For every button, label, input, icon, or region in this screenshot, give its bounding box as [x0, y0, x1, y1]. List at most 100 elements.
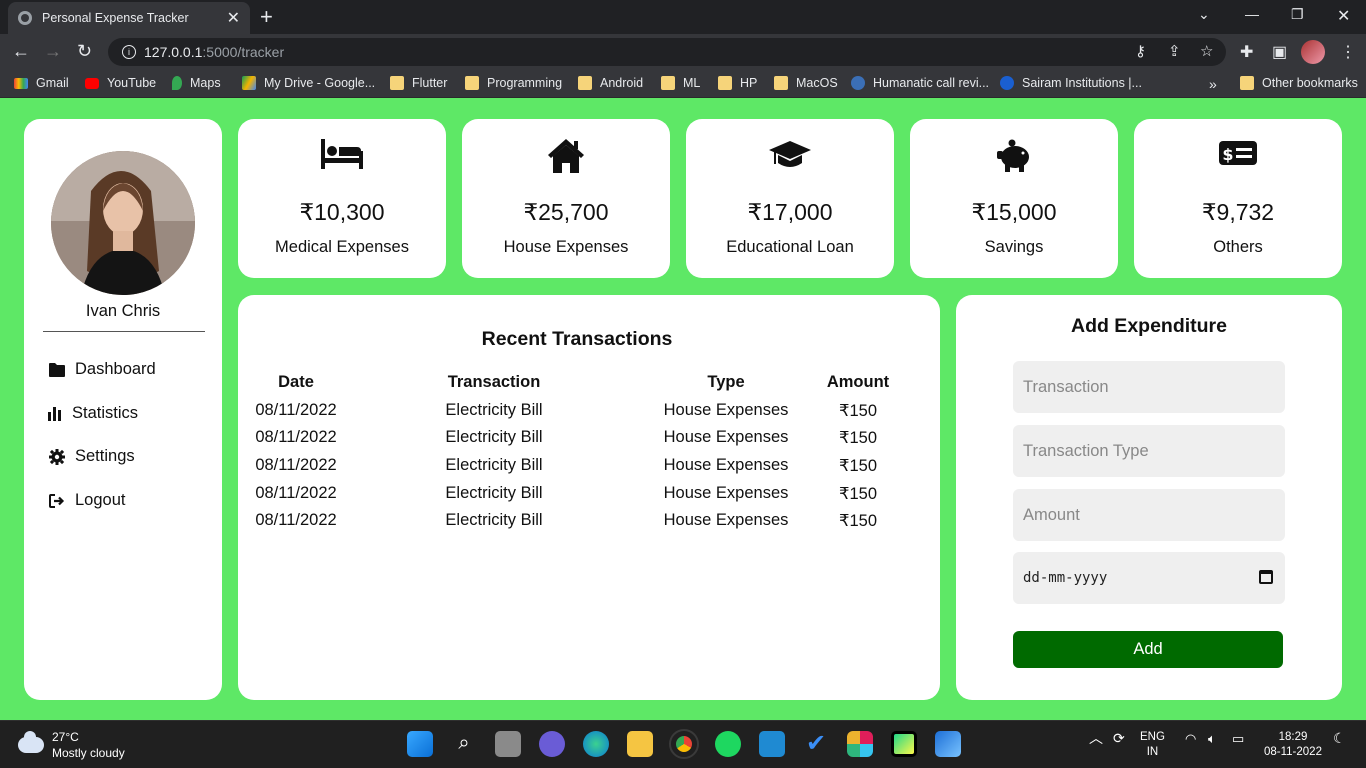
stat-amount: ₹25,700	[523, 199, 609, 225]
tab-title: Personal Expense Tracker	[42, 11, 189, 25]
stat-amount: ₹17,000	[747, 199, 833, 225]
house-icon	[462, 139, 670, 175]
chevron-up-icon[interactable]: ︿	[1089, 731, 1103, 746]
bookmark-label: Programming	[487, 76, 563, 90]
weather-widget[interactable]: 27°C Mostly cloudy	[18, 729, 125, 761]
bookmark-label: Sairam Institutions |...	[1022, 76, 1142, 90]
todo-icon[interactable]: ✔	[803, 731, 829, 757]
search-icon[interactable]: ⌕	[451, 731, 477, 757]
cell-amount: ₹150	[838, 485, 878, 503]
bookmark-humanatic[interactable]: Humanatic call revi...	[851, 76, 989, 90]
table-header-transaction: Transaction	[447, 373, 541, 391]
address-bar[interactable]: i 127.0.0.1:5000/tracker	[108, 38, 1226, 66]
bookmark-macos[interactable]: MacOS	[774, 76, 838, 90]
amount-input[interactable]	[1013, 489, 1285, 541]
bookmark-label: Flutter	[412, 76, 448, 90]
wifi-icon[interactable]: ◠	[1185, 731, 1196, 746]
side-panel-icon[interactable]: ▣	[1272, 42, 1287, 62]
sidebar-item-logout[interactable]: Logout	[48, 491, 125, 510]
stat-card-savings: ₹15,000 Savings	[910, 119, 1118, 278]
bookmark-android[interactable]: Android	[578, 76, 643, 90]
star-icon[interactable]: ☆	[1200, 42, 1213, 60]
browser-tab[interactable]: Personal Expense Tracker ✕	[8, 2, 250, 34]
tab-search-icon[interactable]: ⌄	[1198, 6, 1210, 23]
browser-toolbar: ← → ↻ i 127.0.0.1:5000/tracker ⚷ ⇪ ☆ ✚ ▣…	[0, 34, 1366, 70]
chrome-icon[interactable]	[669, 729, 699, 759]
menu-icon[interactable]: ⋮	[1340, 42, 1356, 62]
spotify-icon[interactable]	[715, 731, 741, 757]
cell-type: House Expenses	[663, 511, 789, 529]
back-icon[interactable]: ←	[12, 41, 30, 62]
chat-icon[interactable]	[539, 731, 565, 757]
bar-chart-icon	[48, 405, 62, 423]
avatar	[51, 151, 195, 295]
reload-icon[interactable]: ↻	[77, 41, 92, 62]
start-icon[interactable]	[407, 731, 433, 757]
bookmark-gmail[interactable]: Gmail	[14, 76, 69, 90]
photos-icon[interactable]	[935, 731, 961, 757]
stat-label: Savings	[984, 238, 1044, 256]
new-tab-icon[interactable]: +	[260, 4, 273, 30]
sidebar-item-dashboard[interactable]: Dashboard	[48, 360, 156, 379]
close-window-icon[interactable]: ✕	[1337, 6, 1350, 26]
extensions-icon[interactable]: ✚	[1240, 42, 1253, 62]
forward-icon[interactable]: →	[44, 41, 62, 62]
info-icon[interactable]: i	[122, 45, 136, 59]
stat-card-others: $ ₹9,732 Others	[1134, 119, 1342, 278]
clock-time: 18:29	[1278, 731, 1308, 743]
more-bookmarks-icon[interactable]: »	[1209, 76, 1217, 92]
file-explorer-icon[interactable]	[627, 731, 653, 757]
bookmark-label: Gmail	[36, 76, 69, 90]
username: Ivan Chris	[85, 302, 161, 320]
language-indicator[interactable]: ENG IN	[1140, 730, 1165, 760]
minimize-icon[interactable]: —	[1245, 6, 1259, 22]
add-button[interactable]: Add	[1013, 631, 1283, 668]
folder-icon	[661, 76, 675, 90]
weather-text: Mostly cloudy	[52, 746, 125, 760]
recent-title: Recent Transactions	[481, 328, 673, 350]
key-icon[interactable]: ⚷	[1135, 42, 1146, 60]
bookmark-programming[interactable]: Programming	[465, 76, 562, 90]
slack-icon[interactable]	[847, 731, 873, 757]
cell-type: House Expenses	[663, 456, 789, 474]
transaction-input[interactable]	[1013, 361, 1285, 413]
cell-transaction: Electricity Bill	[445, 484, 543, 502]
maximize-icon[interactable]: ❐	[1291, 6, 1304, 23]
sidebar-item-statistics[interactable]: Statistics	[48, 404, 138, 423]
bookmark-drive[interactable]: My Drive - Google...	[242, 76, 375, 90]
bookmark-ml[interactable]: ML	[661, 76, 700, 90]
notification-icon[interactable]: ☾	[1333, 731, 1346, 746]
battery-icon[interactable]: ▭	[1232, 731, 1244, 746]
bookmark-sairam[interactable]: Sairam Institutions |...	[1000, 76, 1142, 90]
transaction-type-input[interactable]	[1013, 425, 1285, 477]
bookmark-maps[interactable]: Maps	[172, 76, 221, 90]
edge-icon[interactable]	[583, 731, 609, 757]
money-bill-icon: $	[1134, 139, 1342, 175]
clock[interactable]: 18:29 08-11-2022	[1262, 730, 1324, 760]
profile-avatar[interactable]	[1301, 40, 1325, 64]
stat-card-education: ₹17,000 Educational Loan	[686, 119, 894, 278]
sidebar-item-settings[interactable]: Settings	[48, 447, 135, 466]
calendar-icon[interactable]	[1259, 570, 1273, 584]
close-tab-icon[interactable]: ✕	[227, 8, 240, 28]
date-input[interactable]: dd-mm-yyyy	[1013, 552, 1285, 604]
add-expenditure-title: Add Expenditure	[1070, 315, 1227, 337]
volume-icon[interactable]: 🔈︎	[1208, 731, 1216, 746]
task-view-icon[interactable]	[495, 731, 521, 757]
pycharm-icon[interactable]	[891, 731, 917, 757]
bookmark-flutter[interactable]: Flutter	[390, 76, 447, 90]
browser-titlebar: Personal Expense Tracker ✕ + ⌄ — ❐ ✕	[0, 0, 1366, 34]
divider	[43, 331, 205, 332]
vscode-icon[interactable]	[759, 731, 785, 757]
bookmark-youtube[interactable]: YouTube	[85, 76, 156, 90]
share-icon[interactable]: ⇪	[1168, 42, 1181, 60]
sync-icon[interactable]: ⟳	[1113, 731, 1125, 746]
bookmark-hp[interactable]: HP	[718, 76, 757, 90]
folder-icon	[390, 76, 404, 90]
bookmarks-bar: Gmail YouTube Maps My Drive - Google... …	[0, 70, 1366, 98]
bookmark-other[interactable]: Other bookmarks	[1240, 76, 1358, 90]
recent-transactions-card: Recent Transactions Date Transaction Typ…	[238, 295, 940, 700]
maps-icon	[172, 76, 182, 90]
sidebar: Ivan Chris Dashboard Statistics Settings…	[24, 119, 222, 700]
bookmark-label: Maps	[190, 76, 221, 90]
